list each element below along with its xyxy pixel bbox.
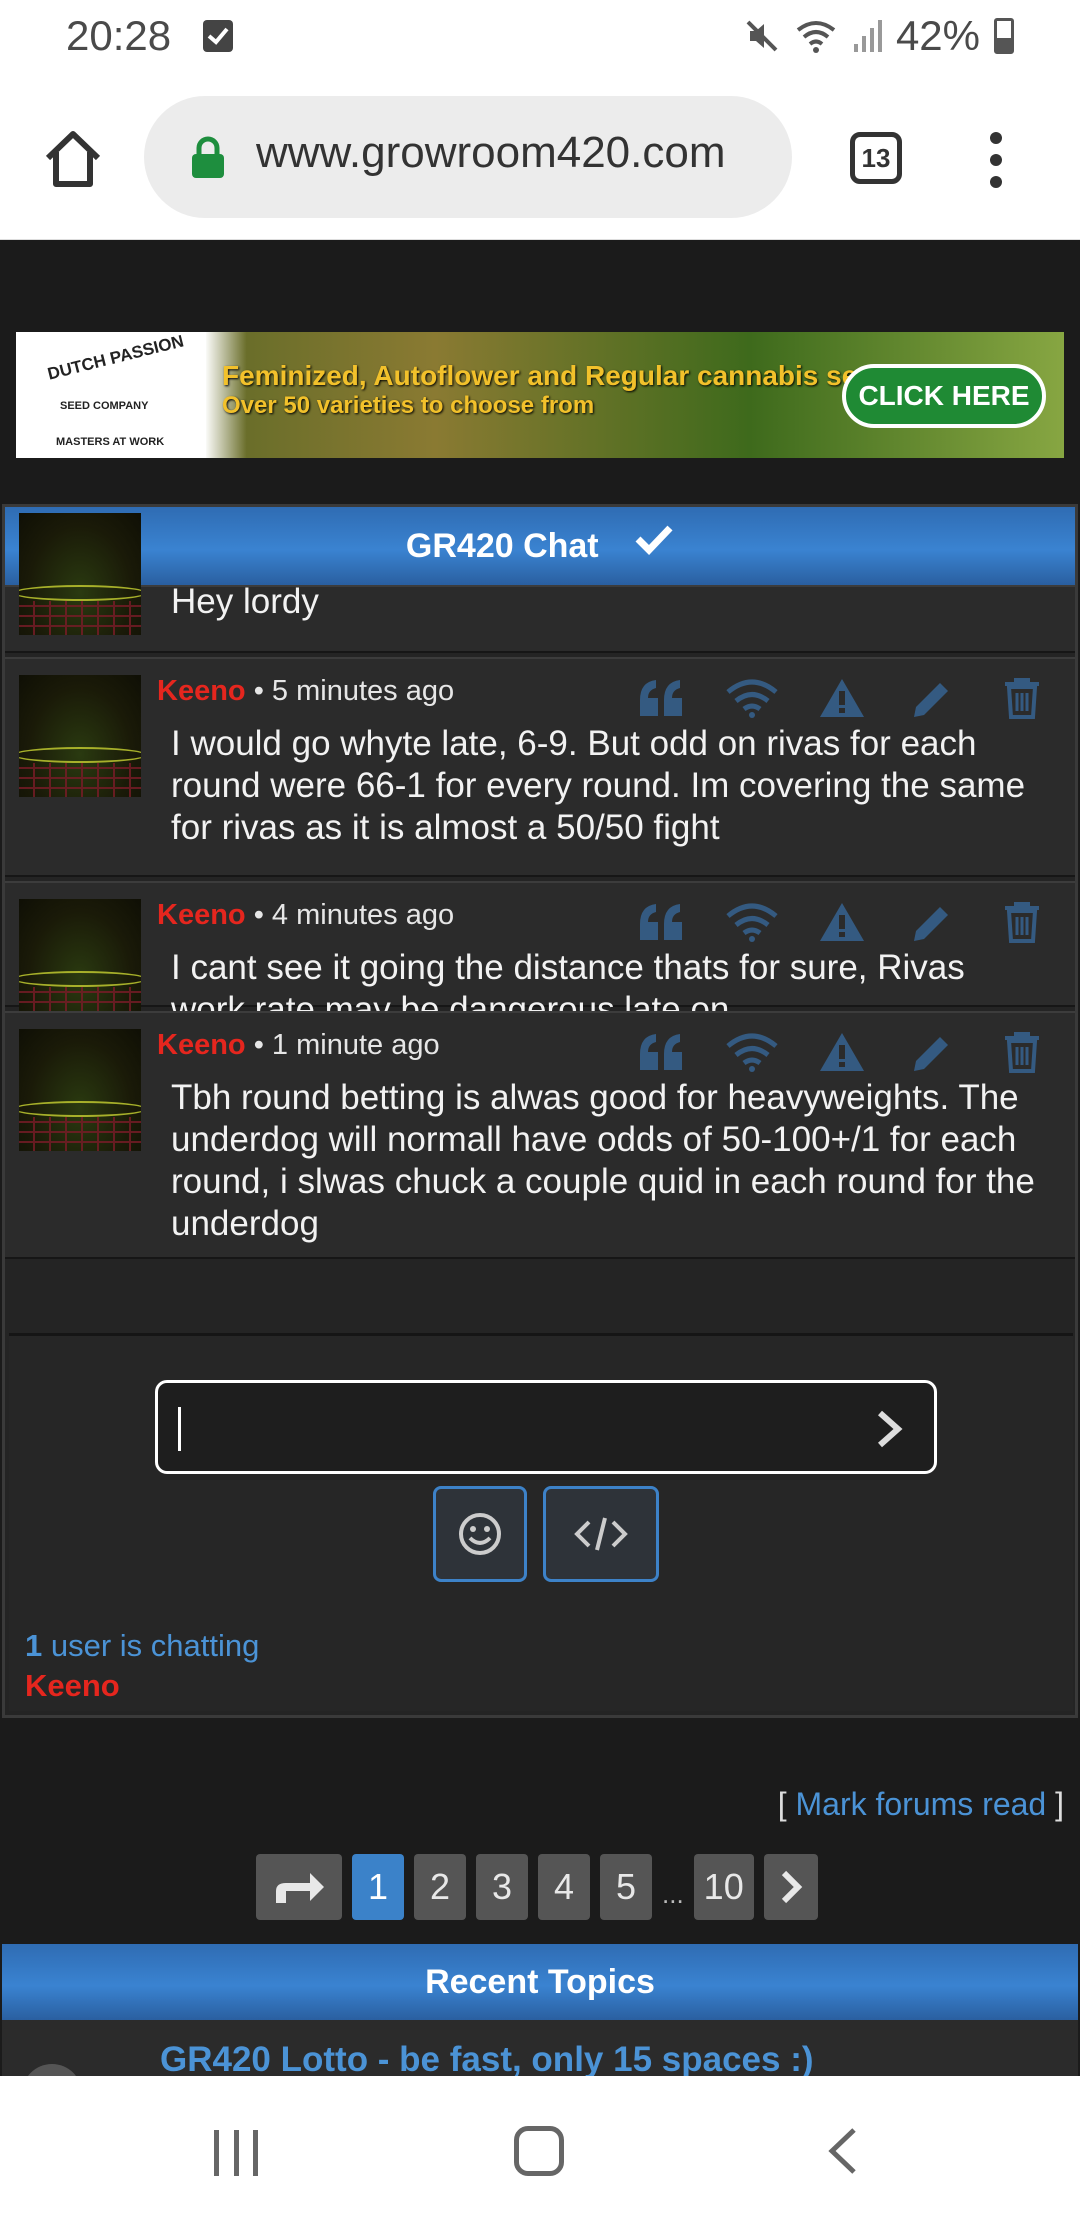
recent-apps-icon[interactable] — [214, 2130, 258, 2176]
mute-icon — [746, 20, 778, 52]
chatting-user[interactable]: Keeno — [25, 1668, 120, 1704]
message-text: Hey lordy — [171, 582, 319, 621]
chat-title: GR420 Chat — [405, 527, 599, 565]
battery-percent: 42% — [895, 12, 980, 59]
message-text: I would go whyte late, 6-9. But odd on r… — [171, 724, 1026, 847]
chat-message: Keeno • 5 minutes ago I would go whyte l… — [5, 657, 1075, 877]
page-button-4[interactable]: 4 — [538, 1854, 590, 1920]
banner-subline: Over 50 varieties to choose from — [222, 392, 595, 419]
lock-icon — [190, 136, 226, 185]
warning-icon[interactable] — [797, 673, 887, 723]
jump-to-page-button[interactable] — [256, 1854, 342, 1920]
wifi-broadcast-icon[interactable] — [707, 897, 797, 947]
banner-cta-button[interactable]: CLICK HERE — [842, 364, 1046, 428]
avatar — [19, 1029, 141, 1151]
page-button-2[interactable]: 2 — [414, 1854, 466, 1920]
message-actions — [617, 673, 1067, 723]
more-vert-icon[interactable] — [978, 132, 1014, 192]
recent-topic-link[interactable]: GR420 Lotto - be fast, only 15 spaces :) — [160, 2040, 814, 2076]
message-meta: Keeno • 1 minute ago — [157, 1029, 440, 1062]
wifi-icon — [796, 21, 836, 53]
chat-panel: GR420 Chat Hey lordy Keeno • 5 minutes a… — [2, 504, 1078, 1718]
message-author[interactable]: Keeno — [157, 1029, 246, 1061]
home-icon[interactable] — [40, 126, 106, 192]
address-bar[interactable]: www.growroom420.com — [144, 96, 792, 218]
chat-compose: 1 user is chatting Keeno — [9, 1333, 1073, 1711]
status-icons: 42% — [744, 12, 1014, 60]
chat-message: Hey lordy — [5, 513, 1075, 653]
wifi-broadcast-icon[interactable] — [707, 673, 797, 723]
wifi-broadcast-icon[interactable] — [707, 1027, 797, 1077]
emoji-button[interactable] — [433, 1486, 527, 1582]
page-button-1[interactable]: 1 — [352, 1854, 404, 1920]
message-author[interactable]: Keeno — [157, 675, 246, 707]
chat-message: Keeno • 4 minutes ago I cant see it goin… — [5, 881, 1075, 1029]
next-page-button[interactable] — [763, 1854, 818, 1920]
trash-icon[interactable] — [977, 1027, 1067, 1077]
notification-check-icon — [203, 20, 233, 52]
page-button-last[interactable]: 10 — [693, 1854, 754, 1920]
ad-banner[interactable]: DUTCH PASSION SEED COMPANY MASTERS AT WO… — [16, 332, 1064, 458]
status-bar: 20:28 42% — [0, 0, 1080, 76]
battery-icon — [994, 18, 1014, 54]
mark-forums-read-link[interactable]: Mark forums read — [795, 1786, 1046, 1822]
status-time: 20:28 — [66, 12, 172, 59]
send-chevron-icon[interactable] — [874, 1407, 904, 1456]
mark-forums-read: [ Mark forums read ] — [777, 1786, 1064, 1822]
signal-icon — [853, 20, 882, 52]
page-button-3[interactable]: 3 — [476, 1854, 528, 1920]
message-actions — [617, 1027, 1067, 1077]
browser-toolbar: www.growroom420.com 13 — [0, 76, 1080, 240]
trash-icon[interactable] — [977, 673, 1067, 723]
message-meta: Keeno • 5 minutes ago — [157, 675, 454, 708]
chevron-right-icon — [781, 1870, 802, 1904]
quote-icon[interactable] — [617, 1027, 707, 1077]
pagination: 1 2 3 4 5 ... 10 — [256, 1854, 818, 1920]
message-actions — [617, 897, 1067, 947]
avatar — [22, 2064, 82, 2076]
check-icon — [634, 505, 674, 583]
message-time: • 4 minutes ago — [245, 899, 455, 931]
avatar — [19, 513, 141, 635]
trash-icon[interactable] — [977, 897, 1067, 947]
home-nav-icon[interactable] — [514, 2126, 564, 2176]
pencil-icon[interactable] — [887, 673, 977, 723]
recent-topics-header: Recent Topics — [2, 1944, 1078, 2020]
code-icon — [574, 1517, 628, 1551]
avatar — [19, 675, 141, 797]
page-content: DUTCH PASSION SEED COMPANY MASTERS AT WO… — [0, 240, 1080, 2076]
page-button-5[interactable]: 5 — [600, 1854, 652, 1920]
dutch-passion-logo: DUTCH PASSION SEED COMPANY MASTERS AT WO… — [16, 332, 206, 458]
chatting-status: 1 user is chatting — [25, 1628, 260, 1663]
message-meta: Keeno • 4 minutes ago — [157, 899, 454, 932]
system-nav-bar — [0, 2076, 1080, 2220]
warning-icon[interactable] — [797, 897, 887, 947]
smiley-icon — [459, 1513, 501, 1555]
back-icon[interactable] — [824, 2126, 860, 2181]
message-time: • 1 minute ago — [245, 1029, 440, 1061]
text-caret — [178, 1407, 181, 1451]
message-time: • 5 minutes ago — [245, 675, 455, 707]
quote-icon[interactable] — [617, 673, 707, 723]
chat-header: GR420 Chat — [5, 507, 1075, 585]
banner-headline: Feminized, Autoflower and Regular cannab… — [222, 360, 906, 391]
message-text: Tbh round betting is alwas good for heav… — [171, 1078, 1035, 1243]
message-author[interactable]: Keeno — [157, 899, 246, 931]
code-button[interactable] — [543, 1486, 659, 1582]
tab-switcher-button[interactable]: 13 — [850, 132, 902, 184]
recent-topics-panel: Recent Topics GR420 Lotto - be fast, onl… — [2, 1944, 1078, 2076]
pencil-icon[interactable] — [887, 897, 977, 947]
url-text: www.growroom420.com — [256, 128, 726, 177]
avatar — [19, 899, 141, 1021]
pencil-icon[interactable] — [887, 1027, 977, 1077]
pagination-ellipsis: ... — [662, 1879, 684, 1909]
chat-message: Keeno • 1 minute ago Tbh round betting i… — [5, 1011, 1075, 1259]
jump-arrow-icon — [276, 1873, 324, 1903]
warning-icon[interactable] — [797, 1027, 887, 1077]
chat-input[interactable] — [155, 1380, 937, 1474]
quote-icon[interactable] — [617, 897, 707, 947]
